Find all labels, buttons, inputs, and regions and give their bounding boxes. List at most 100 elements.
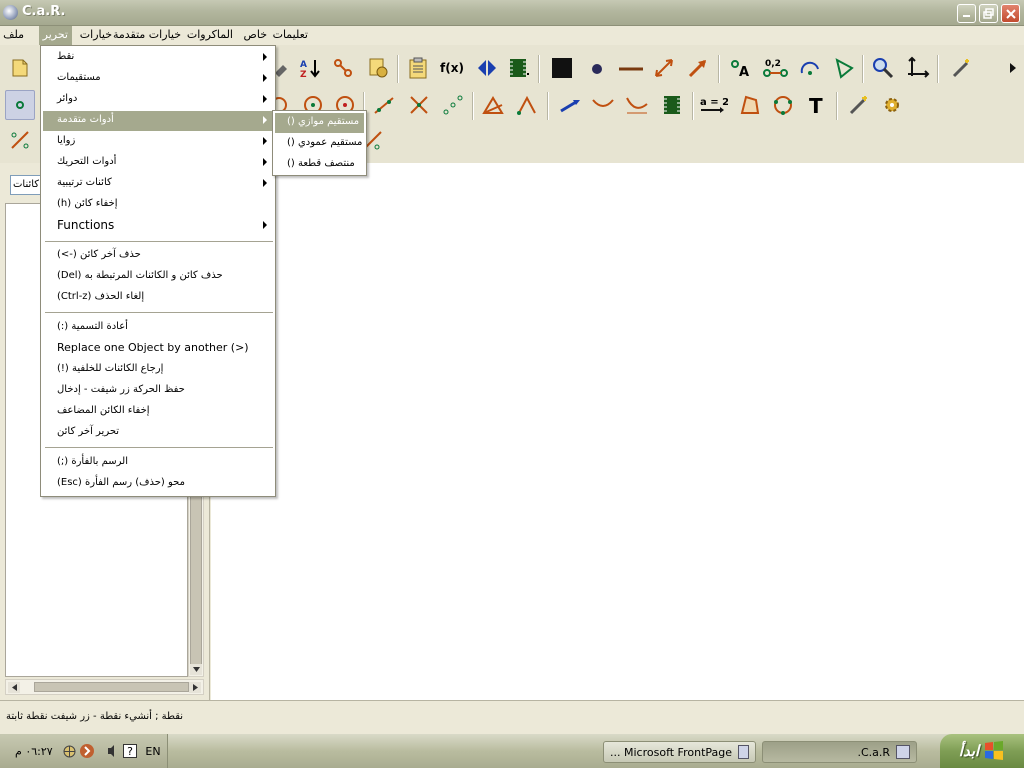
film-icon[interactable] (503, 53, 533, 83)
submenu-arrow-icon (263, 53, 267, 61)
minimize-button[interactable] (957, 4, 976, 23)
menu-special[interactable]: خاص (244, 28, 267, 41)
sort-az-icon[interactable]: AZ (295, 53, 325, 83)
language-indicator[interactable]: EN (144, 744, 162, 758)
menu-item-mouse-draw[interactable]: (;) الرسم بالفأرة (43, 453, 273, 473)
fx-icon[interactable]: f(x) (437, 53, 467, 83)
menu-options[interactable]: خيارات (80, 28, 112, 41)
toolbar-separator (862, 55, 864, 83)
toolbar-overflow-icon[interactable] (998, 53, 1024, 83)
arc-icon[interactable] (795, 53, 825, 83)
menu-item-undo-delete[interactable]: (Ctrl-z) إلغاء الحذف (43, 288, 273, 308)
menu-item-delete-last[interactable]: (<-) حذف آخر كائن (43, 246, 273, 266)
menu-item-delete-object[interactable]: (Del) حذف كائن و الكائنات المرتبطة به (43, 267, 273, 287)
menu-edit[interactable]: تحرير (38, 26, 72, 45)
menu-item-hide-duplicate[interactable]: إخفاء الكائن المضاعف (43, 402, 273, 422)
menu-item-advanced-tools[interactable]: أدوات متقدمة (43, 111, 273, 131)
scroll-left-icon[interactable] (8, 682, 20, 693)
triangle-icon[interactable] (478, 90, 508, 120)
curve-icon[interactable] (588, 90, 618, 120)
menu-item-send-to-back[interactable]: (!) إرجاع الكائنات للخلفية (43, 360, 273, 380)
arrow-icon[interactable] (683, 53, 713, 83)
menu-macros[interactable]: الماكروات (187, 28, 233, 41)
submenu-arrow-icon (263, 158, 267, 166)
points-icon[interactable] (438, 90, 468, 120)
menu-item-move-tools[interactable]: أدوات التحريك (43, 153, 273, 173)
menu-item-hide-object[interactable]: (h) إخفاء كائن (43, 195, 273, 215)
menu-help[interactable]: تعليمات (273, 28, 308, 41)
edit-icon[interactable] (5, 53, 35, 83)
polygon-icon[interactable] (734, 90, 764, 120)
toolbar-separator (472, 92, 474, 120)
scroll-right-icon[interactable] (189, 682, 201, 693)
submenu-item-midpoint[interactable]: () منتصف قطعة (275, 155, 364, 175)
horizontal-scrollbar[interactable] (5, 679, 204, 695)
coordinates-icon[interactable]: 0,2 (761, 53, 791, 83)
menu-item-edit-last[interactable]: تحرير آخر كائن (43, 423, 273, 443)
help-icon[interactable]: ? (123, 744, 137, 758)
segment-point-icon[interactable] (5, 125, 35, 155)
maximize-button[interactable] (979, 4, 998, 23)
intersection-icon[interactable] (404, 90, 434, 120)
expression-icon[interactable]: a = 2 (698, 90, 728, 120)
vector-icon[interactable] (555, 90, 585, 120)
close-button[interactable] (1001, 4, 1020, 23)
axes-icon[interactable] (903, 53, 933, 83)
move-point-icon[interactable] (328, 53, 358, 83)
menu-file[interactable]: ملف (3, 28, 24, 41)
svg-text:Z: Z (300, 70, 307, 79)
submenu-arrow-icon (263, 137, 267, 145)
menu-item-lines[interactable]: مستقيمات (43, 69, 273, 89)
start-button[interactable]: ابدأ (940, 734, 1024, 768)
status-bar: نقطة ; أنشيء نقطة - زر شيفت نقطة ثابتة (0, 700, 1024, 734)
segment-icon[interactable] (616, 53, 646, 83)
gear-icon[interactable] (877, 90, 907, 120)
text-icon[interactable]: T (802, 90, 832, 120)
function-curve-icon[interactable] (622, 90, 652, 120)
scroll-down-icon[interactable] (190, 664, 202, 675)
submenu-item-parallel-line[interactable]: () مستقيم موازي (275, 113, 364, 133)
conic-icon[interactable] (768, 90, 798, 120)
submenu-item-perpendicular-line[interactable]: () مستقيم عمودي (275, 134, 364, 154)
label-icon[interactable]: A (727, 53, 757, 83)
back-icon[interactable] (80, 744, 94, 758)
doc-gear-icon[interactable] (363, 53, 393, 83)
taskbar-item-frontpage[interactable]: Microsoft FrontPage ... (603, 741, 756, 763)
magic-wand-icon[interactable] (843, 90, 873, 120)
mirror-icon[interactable] (472, 53, 502, 83)
menu-item-ordered-objects[interactable]: كائنات ترتيبية (43, 174, 273, 194)
clipboard-icon[interactable] (403, 53, 433, 83)
point-tool-icon[interactable] (5, 90, 35, 120)
menu-item-replace-object[interactable]: Replace one Object by another (>) (43, 339, 273, 359)
toolbar-separator (836, 92, 838, 120)
app-icon (3, 5, 18, 20)
menu-item-circles[interactable]: دوائر (43, 90, 273, 110)
menu-advanced-options[interactable]: خيارات متقدمة (113, 28, 181, 41)
svg-text:T: T (809, 94, 823, 116)
black-square-icon[interactable] (547, 53, 577, 83)
menu-separator (45, 447, 273, 449)
clock: ٠٦:٢٧ م (15, 745, 53, 758)
angle-lines-icon[interactable] (512, 90, 542, 120)
double-arrow-icon[interactable] (649, 53, 679, 83)
menu-item-clear-mouse-draw[interactable]: (Esc) محو (حذف) رسم الفأرة (43, 474, 273, 494)
system-tray: ٠٦:٢٧ م ? EN (0, 734, 168, 768)
dot-icon[interactable] (582, 53, 612, 83)
menu-item-functions[interactable]: Functions (43, 216, 273, 236)
volume-icon[interactable] (104, 744, 118, 758)
angle-icon[interactable] (829, 53, 859, 83)
car-app-icon (896, 745, 910, 759)
wand-icon[interactable] (946, 53, 976, 83)
menu-item-rename[interactable]: (:) أعادة التسمية (43, 318, 273, 338)
menu-item-points[interactable]: نقط (43, 48, 273, 68)
animation-film-icon[interactable] (657, 90, 687, 120)
taskbar-item-car[interactable]: C.a.R. (762, 741, 917, 763)
drawing-canvas[interactable] (211, 163, 1024, 700)
network-icon[interactable] (62, 744, 76, 758)
menu-item-angles[interactable]: زوايا (43, 132, 273, 152)
zoom-icon[interactable] (868, 53, 898, 83)
menu-item-save-motion[interactable]: حفظ الحركة زر شيفت - إدخال (43, 381, 273, 401)
svg-text:f(x): f(x) (440, 61, 464, 75)
scroll-thumb[interactable] (34, 682, 189, 692)
line-icon[interactable] (369, 90, 399, 120)
